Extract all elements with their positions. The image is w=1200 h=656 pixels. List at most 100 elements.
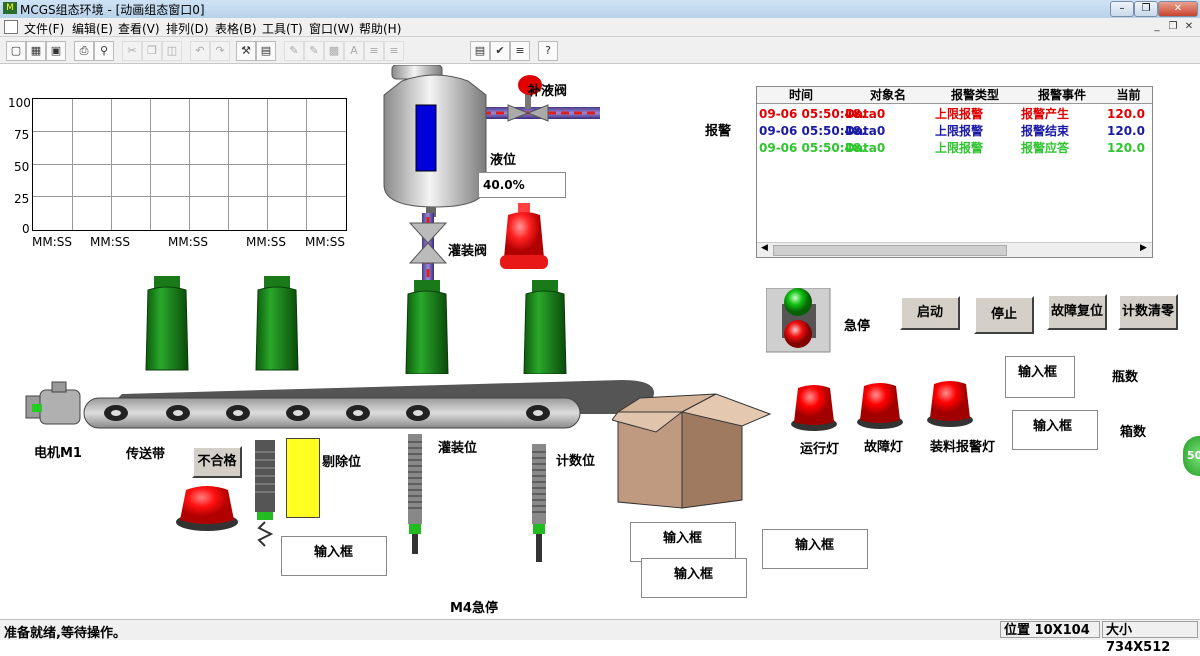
input-box[interactable]: 输入框 — [641, 558, 747, 598]
minimize-button[interactable]: – — [1110, 1, 1134, 17]
font-icon[interactable]: A — [344, 41, 364, 61]
count-pos-label: 计数位 — [556, 454, 596, 469]
col-value[interactable]: 当前 — [1105, 87, 1152, 104]
align-2-icon[interactable]: ≡ — [384, 41, 404, 61]
alarm-table[interactable]: 时间 对象名 报警类型 报警事件 当前 09-06 05:50:48. Data0… — [756, 86, 1153, 258]
toolbar: ▢ ▦ ▣ ⎙ ⚲ ✂ ❐ ◫ ↶ ↷ ⚒ ▤ ✎ ✎ ▩ A ≡ ≡ ▤ ✔ … — [0, 37, 1200, 64]
col-time[interactable]: 时间 — [757, 87, 846, 104]
format-1-icon[interactable]: ✎ — [284, 41, 304, 61]
motor-label: 电机M1 — [34, 446, 82, 461]
input-box[interactable]: 输入框 — [762, 529, 868, 569]
menu-bar: 文件(F) 编辑(E) 查看(V) 排列(D) 表格(B) 工具(T) 窗口(W… — [0, 18, 1200, 37]
mdi-close-icon[interactable]: ✕ — [1182, 21, 1196, 33]
window-title: MCGS组态环境 - [动画组态窗口0] — [20, 3, 205, 17]
input-box[interactable]: 输入框 — [281, 536, 387, 576]
filling-valve-body — [408, 222, 448, 244]
reject-pos-label: 剔除位 — [322, 455, 362, 470]
menu-table[interactable]: 表格(B) — [215, 20, 257, 37]
bottle-count-input[interactable]: 输入框 — [1005, 356, 1075, 398]
new-icon[interactable]: ▢ — [6, 41, 26, 61]
col-event[interactable]: 报警事件 — [1019, 87, 1106, 104]
scroll-right-icon[interactable]: ▶ — [1140, 243, 1147, 253]
bottles — [145, 276, 567, 374]
fill-pos-label: 灌装位 — [438, 441, 478, 456]
estop-switch[interactable] — [766, 288, 832, 354]
reject-lamp — [176, 486, 238, 531]
open-icon[interactable]: ▦ — [26, 41, 46, 61]
format-3-icon[interactable]: ▩ — [324, 41, 344, 61]
trend-chart — [32, 98, 347, 231]
help-icon[interactable]: ? — [538, 41, 558, 61]
tools-icon[interactable]: ⚒ — [236, 41, 256, 61]
fault-reset-button[interactable]: 故障复位 — [1047, 294, 1107, 330]
print-preview-icon[interactable]: ⚲ — [94, 41, 114, 61]
bottle — [145, 276, 189, 371]
refill-valve-label: 补液阀 — [528, 84, 568, 99]
properties-icon[interactable]: ▤ — [470, 41, 490, 61]
bottle — [255, 276, 299, 371]
estop-label: 急停 — [844, 319, 871, 334]
level-display: 40.0% — [478, 172, 566, 198]
reject-button[interactable]: 不合格 — [192, 446, 242, 478]
save-icon[interactable]: ▣ — [46, 41, 66, 61]
side-badge[interactable]: 50 — [1183, 436, 1200, 476]
mdi-restore-icon[interactable]: ❐ — [1166, 21, 1180, 33]
alarm-side-label: 报警 — [705, 124, 732, 139]
mdi-minimize-icon[interactable]: _ — [1150, 21, 1164, 33]
scroll-left-icon[interactable]: ◀ — [761, 243, 768, 253]
frame-icon[interactable]: ▤ — [256, 41, 276, 61]
menu-window[interactable]: 窗口(W) — [309, 20, 354, 37]
load-alarm-lamp-label: 装料报警灯 — [930, 440, 996, 455]
document-icon[interactable] — [4, 20, 18, 34]
print-icon[interactable]: ⎙ — [74, 41, 94, 61]
y-tick: 50 — [14, 160, 30, 174]
check-icon[interactable]: ✔ — [490, 41, 510, 61]
restore-button[interactable]: ❐ — [1134, 1, 1158, 17]
menu-help[interactable]: 帮助(H) — [359, 20, 401, 37]
undo-icon[interactable]: ↶ — [190, 41, 210, 61]
horizontal-scrollbar[interactable]: ◀ ▶ — [757, 242, 1152, 257]
bottle-count-label: 瓶数 — [1112, 370, 1139, 385]
app-logo-icon: M — [3, 2, 17, 14]
box-count-input[interactable]: 输入框 — [1012, 410, 1098, 450]
level-label: 液位 — [490, 153, 517, 168]
run-lamp — [791, 385, 837, 431]
bottle — [405, 280, 449, 374]
start-button[interactable]: 启动 — [900, 296, 960, 330]
load-alarm-lamp — [927, 381, 973, 427]
title-bar: M MCGS组态环境 - [动画组态窗口0] – ❐ ✕ — [0, 0, 1200, 19]
x-tick: MM:SS — [305, 235, 345, 249]
filling-valve-label: 灌装阀 — [448, 244, 488, 259]
menu-arrange[interactable]: 排列(D) — [166, 20, 209, 37]
col-type[interactable]: 报警类型 — [931, 87, 1020, 104]
fault-lamp — [857, 383, 903, 429]
filling-valve-cap — [500, 203, 548, 269]
menu-view[interactable]: 查看(V) — [118, 20, 160, 37]
col-object[interactable]: 对象名 — [845, 87, 932, 104]
y-tick: 100 — [8, 96, 31, 110]
stop-button[interactable]: 停止 — [974, 296, 1034, 334]
x-tick: MM:SS — [168, 235, 208, 249]
x-tick: MM:SS — [90, 235, 130, 249]
fill-sensor — [408, 434, 422, 554]
cut-icon[interactable]: ✂ — [122, 41, 142, 61]
copy-icon[interactable]: ❐ — [142, 41, 162, 61]
menu-edit[interactable]: 编辑(E) — [72, 20, 113, 37]
paste-icon[interactable]: ◫ — [162, 41, 182, 61]
list-icon[interactable]: ≡ — [510, 41, 530, 61]
input-box[interactable]: 输入框 — [630, 522, 736, 562]
status-bar: 准备就绪,等待操作。 位置 10X104 大小 734X512 — [0, 619, 1200, 655]
count-clear-button[interactable]: 计数清零 — [1118, 294, 1178, 330]
menu-tools[interactable]: 工具(T) — [262, 20, 303, 37]
bottle — [523, 280, 567, 374]
close-button[interactable]: ✕ — [1158, 1, 1198, 17]
count-sensor — [532, 444, 546, 562]
align-icon[interactable]: ≡ — [364, 41, 384, 61]
level-bar — [415, 104, 437, 172]
trend-grid — [33, 99, 346, 230]
menu-file[interactable]: 文件(F) — [24, 20, 64, 37]
redo-icon[interactable]: ↷ — [210, 41, 230, 61]
scroll-thumb[interactable] — [773, 245, 1007, 256]
format-2-icon[interactable]: ✎ — [304, 41, 324, 61]
reject-pusher — [286, 438, 320, 518]
